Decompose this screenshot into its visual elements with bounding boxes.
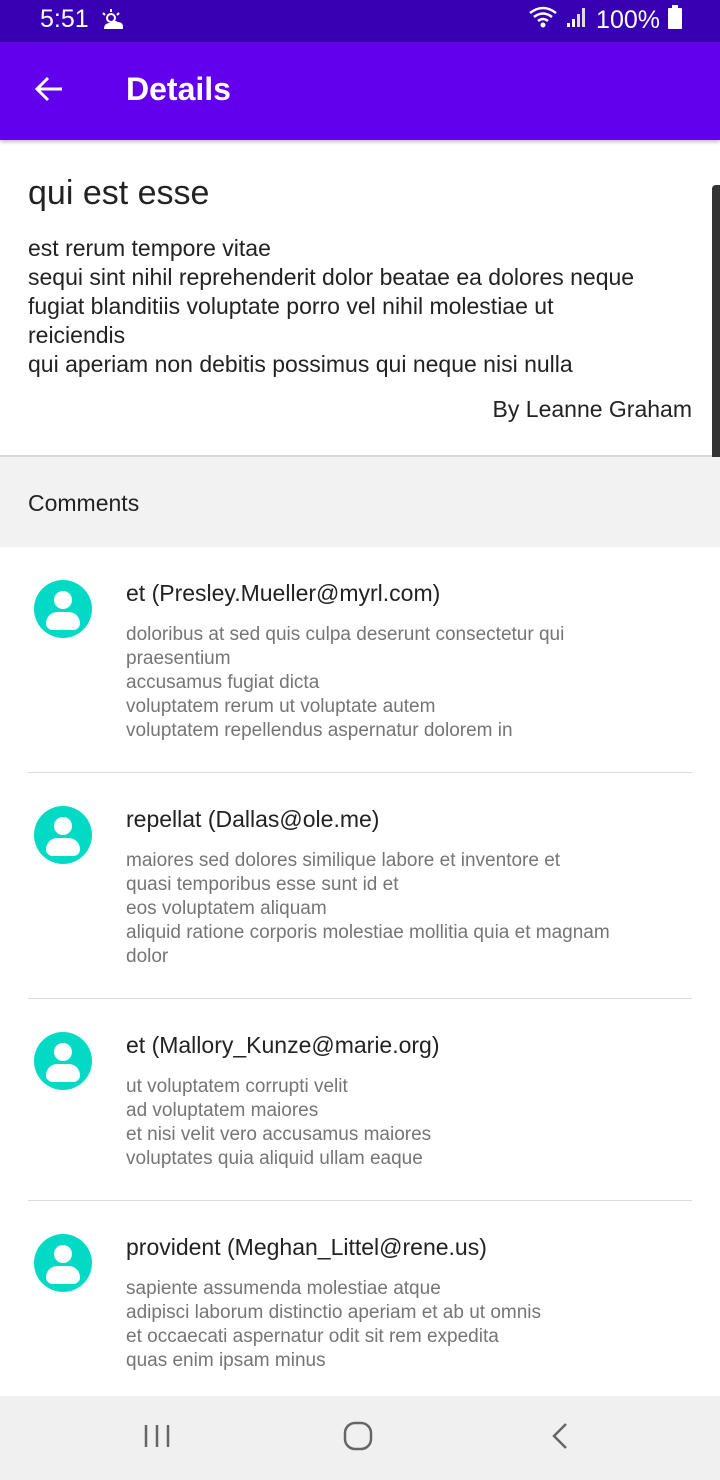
comments-title: Comments [28,490,140,516]
comment-body: maiores sed dolores similique labore et … [126,850,610,967]
status-indicators: 100% [528,5,682,36]
list-item[interactable]: provident (Meghan_Littel@rene.us) sapien… [0,1201,720,1396]
page-title: Details [126,71,231,107]
status-time: 5:51 [40,5,89,33]
back-button[interactable] [24,66,74,116]
partly-cloudy-icon [101,9,125,36]
post-body: est rerum tempore vitae sequi sint nihil… [28,235,635,377]
recents-button[interactable] [135,1416,179,1460]
avatar-icon [34,806,92,864]
signal-icon [566,6,588,35]
avatar-icon [34,1032,92,1090]
avatar-icon [34,580,92,638]
post-title: qui est esse [28,174,210,212]
recents-icon [142,1423,172,1454]
list-item[interactable]: repellat (Dallas@ole.me) maiores sed dol… [0,773,720,999]
comment-body: doloribus at sed quis culpa deserunt con… [126,624,565,741]
scroll-indicator[interactable] [712,185,720,475]
home-button[interactable] [336,1416,380,1460]
list-item[interactable]: et (Mallory_Kunze@marie.org) ut voluptat… [0,999,720,1201]
comment-author: repellat (Dallas@ole.me) [126,806,380,832]
comment-body: ut voluptatem corrupti velit ad voluptat… [126,1076,432,1169]
avatar-icon [34,1234,92,1292]
comment-author: et (Mallory_Kunze@marie.org) [126,1032,440,1058]
battery-icon [668,5,682,36]
wifi-icon [528,6,558,35]
arrow-back-icon [34,75,64,108]
app-bar: Details [0,42,720,140]
comment-author: provident (Meghan_Littel@rene.us) [126,1234,487,1260]
battery-text: 100% [596,6,660,34]
status-bar: 5:51 100% [0,0,720,42]
comment-author: et (Presley.Mueller@myrl.com) [126,580,441,606]
list-item[interactable]: et (Presley.Mueller@myrl.com) doloribus … [0,547,720,773]
home-icon [342,1420,374,1457]
comment-body: sapiente assumenda molestiae atque adipi… [126,1278,542,1371]
post-details: qui est esse est rerum tempore vitae seq… [0,140,720,457]
nav-back-button[interactable] [538,1416,582,1460]
system-nav-bar [0,1396,720,1480]
nav-back-icon [549,1421,571,1456]
post-author: By Leanne Graham [492,396,692,422]
comments-header: Comments [0,457,720,547]
